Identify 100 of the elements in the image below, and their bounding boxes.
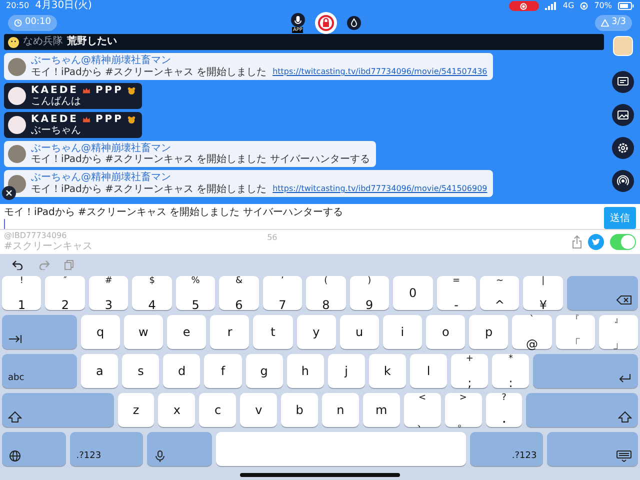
comment-input[interactable]: モイ！iPadから #スクリーンキャス を開始しました サイバーハンターする [4,207,598,229]
keyboard-key[interactable]: q [80,315,120,349]
comment-link[interactable]: https://twitcasting.tv/ibd77734096/movie/541506909 [272,183,488,195]
keyboard-key[interactable]: e [167,315,206,349]
signal-icon [544,2,557,10]
keyboard-key[interactable]: x [158,393,196,427]
keyboard-key[interactable]: | ¥ [523,276,563,310]
settings-icon[interactable] [617,142,629,154]
pinned-user: なめ兵隊 [23,36,63,48]
comment-link[interactable]: https://twitcasting.tv/ibd77734096/movie/541507436 [272,66,488,78]
network-label: 4G [562,0,574,12]
keyboard-key[interactable]: p [469,315,508,349]
keyboard-key[interactable]: ! 1 [2,276,42,310]
keyboard-key[interactable]: * : [492,354,530,388]
keyboard-key[interactable]: i [382,315,422,349]
keyboard-key[interactable]: o [426,315,466,349]
timer-text: 00:10 [25,16,51,30]
keyboard-key[interactable]: 』 」 [598,315,638,349]
keyboard-key[interactable]: t [253,315,293,349]
microphone-icon [153,450,168,462]
drop-icon[interactable] [346,16,361,30]
keyboard-key[interactable] [2,432,66,466]
comment-author: ぶーちゃん@精神崩壊社畜マン [31,143,171,154]
paste-icon[interactable] [64,260,74,270]
keyboard-key[interactable]: s [122,354,160,388]
keyboard-key[interactable]: k [368,354,406,388]
user-avatar[interactable] [613,36,633,56]
record-icon [520,2,528,10]
account-name: @IBD77734096 [4,231,68,241]
close-button[interactable] [2,186,16,200]
avatar [8,116,26,134]
keyboard-key[interactable]: ` @ [512,315,552,349]
bear-icon [127,115,136,124]
keyboard-key[interactable]: v [240,393,278,427]
tweet-toggle[interactable] [610,234,636,250]
comment-author: ぶーちゃん@精神崩壊社畜マン [31,55,171,66]
keyboard-key[interactable] [566,276,638,310]
keyboard-key[interactable]: z [118,393,154,427]
keyboard-key[interactable]: n [322,393,359,427]
keyboard-key[interactable]: h [286,354,324,388]
redo-icon[interactable] [38,260,50,270]
keyboard-key[interactable]: w [124,315,164,349]
keyboard-key[interactable]: j [328,354,365,388]
keyboard-key[interactable]: b [281,393,318,427]
keyboard-key[interactable]: f [204,354,242,388]
keyboard-key[interactable]: > 。 [444,393,482,427]
shift-icon [8,411,22,423]
keyboard-key[interactable]: < 、 [404,393,441,427]
avatar [8,58,26,76]
avatar [8,87,26,105]
keyboard-key[interactable]: 0 [393,276,433,310]
character-count: 56 [267,232,278,244]
keyboard-key[interactable]: r [210,315,250,349]
crown-icon [82,86,92,95]
globe-icon [8,450,22,462]
close-icon [6,190,12,196]
share-icon[interactable] [572,235,582,249]
keyboard-key[interactable]: a [81,354,118,388]
comment-text: モイ！iPadから #スクリーンキャス を開始しました [31,184,267,194]
comment-author-suffix: PPP [95,85,124,96]
keyboard-key[interactable]: ″ 2 [45,276,85,310]
avatar [8,145,26,163]
keyboard-hide-icon [616,450,632,462]
comment-text: モイ！iPadから #スクリーンキャス を開始しました [31,66,267,78]
comment-author: KAEDE [31,85,78,96]
image-icon[interactable] [617,109,629,121]
keyboard-key[interactable]: c [199,393,236,427]
bird-icon[interactable] [588,234,604,250]
microphone-icon[interactable] [290,13,305,27]
tab-icon [8,333,22,345]
keyboard-key[interactable]: m [362,393,400,427]
keyboard-key[interactable]: ? ・ [486,393,522,427]
comment-text: モイ！iPadから #スクリーンキャス を開始しました サイバーハンターする [31,154,370,165]
keyboard-key[interactable]: l [410,354,448,388]
smiley-avatar-icon [8,36,19,48]
keyboard-key[interactable]: 『 「 [556,315,595,349]
comment-text: こんばんは [31,96,81,107]
keyboard-key[interactable] [546,432,638,466]
keyboard-key[interactable]: u [340,315,379,349]
shift-icon [618,411,632,423]
chat-icon[interactable] [617,76,629,88]
keyboard-key[interactable]: .?123 [70,432,144,466]
keyboard-key[interactable]: y [296,315,336,349]
pinned-text: 荒野したい [67,36,117,48]
clock-icon [14,19,22,27]
keyboard-key[interactable]: d [163,354,200,388]
viewer-count: 3/3 [612,16,626,30]
hashtag-text: #スクリーンキャス [4,241,92,253]
crown-icon [82,115,92,124]
delete-icon [616,294,632,306]
keyboard-key[interactable]: .?123 [470,432,543,466]
broadcast-icon[interactable] [617,175,629,187]
keyboard-key[interactable]: g [246,354,283,388]
keyboard-key[interactable]: abc [2,354,78,388]
battery-percent: 70% [594,0,612,12]
keyboard-key[interactable]: + ; [451,354,488,388]
bear-icon [127,86,136,95]
comment-text: ぶーちゃん [31,125,81,136]
undo-icon[interactable] [12,260,24,270]
comment-author: ぶーちゃん@精神崩壊社畜マン [31,172,171,183]
